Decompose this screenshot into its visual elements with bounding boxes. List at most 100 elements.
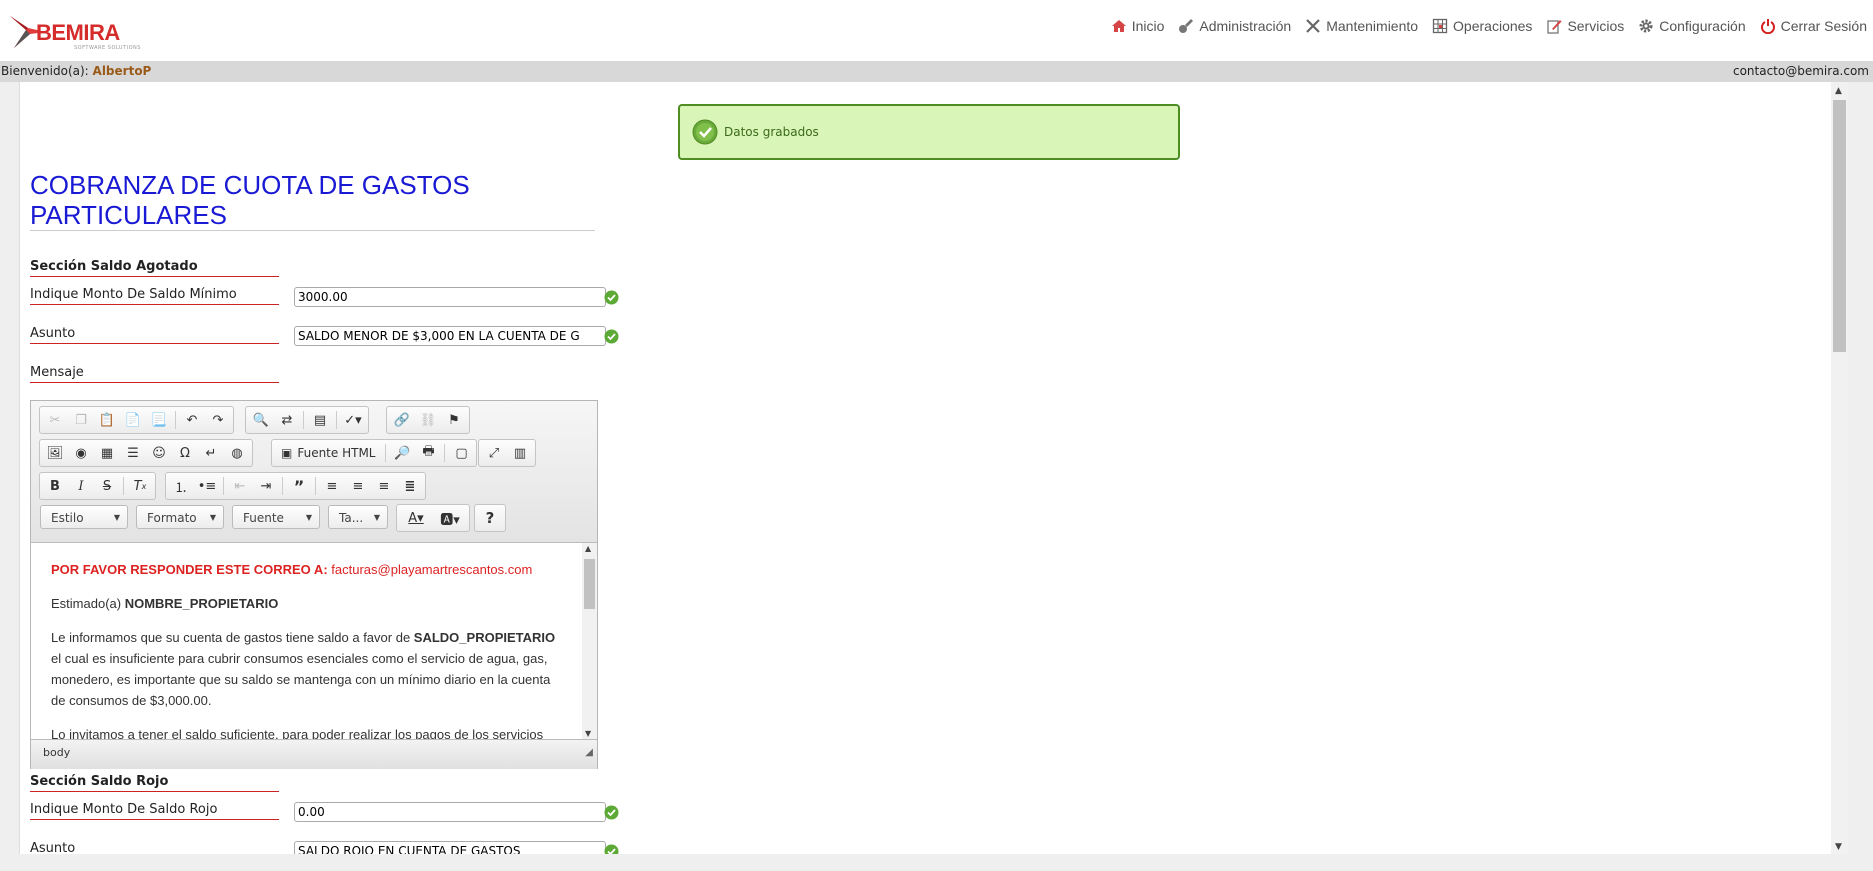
editor-scroll-thumb[interactable] — [584, 559, 595, 609]
maximize-icon[interactable]: ⤢ — [482, 442, 506, 464]
message-label: Mensaje — [30, 365, 279, 383]
scroll-down-icon[interactable]: ▼ — [585, 729, 591, 738]
blockquote-icon[interactable]: ” — [287, 475, 311, 497]
paste-word-icon[interactable]: 📃 — [147, 409, 171, 431]
toolbar-separator — [385, 444, 387, 462]
subject-2-input[interactable] — [294, 841, 606, 854]
text-color-icon[interactable]: A▾ — [400, 507, 432, 529]
editor-content[interactable]: POR FAVOR RESPONDER ESTE CORREO A: factu… — [31, 543, 582, 739]
html-source-button[interactable]: ▣ Fuente HTML — [275, 442, 381, 464]
justify-icon[interactable]: ≣ — [398, 475, 422, 497]
link-icon[interactable]: 🔗 — [390, 409, 414, 431]
replace-icon[interactable]: ⇄ — [275, 409, 299, 431]
templates-icon[interactable]: ▢ — [449, 442, 473, 464]
toolbar-separator — [282, 477, 283, 495]
nav-label: Inicio — [1131, 18, 1165, 34]
editor-toolbar: ✂ ❐ 📋 📄 📃 ↶ ↷ 🔍 ⇄ ▤ ✓▾ 🔗 ⛓ ⚑ 🖼 ◉ ▦ ☰ ☺ Ω… — [31, 401, 597, 543]
editor-scrollbar[interactable]: ▲ ▼ — [582, 543, 597, 739]
select-all-icon[interactable]: ▤ — [308, 409, 332, 431]
strike-icon[interactable]: S — [95, 475, 119, 497]
bold-icon[interactable]: B — [43, 475, 67, 497]
subject-input[interactable] — [294, 326, 606, 346]
notice-text: Datos grabados — [724, 125, 819, 139]
nav-mantenimiento[interactable]: Mantenimiento — [1305, 18, 1418, 34]
background-color-icon[interactable]: 🅰▾ — [434, 507, 466, 529]
special-char-icon[interactable]: Ω — [173, 442, 197, 464]
outdent-icon[interactable]: ⇤ — [228, 475, 252, 497]
respond-prefix: POR FAVOR RESPONDER ESTE CORREO A: — [51, 562, 328, 577]
cut-icon[interactable]: ✂ — [43, 409, 67, 431]
format-combo-label: Formato — [147, 511, 197, 525]
bulleted-list-icon[interactable]: •≡ — [195, 475, 219, 497]
align-right-icon[interactable]: ≡ — [372, 475, 396, 497]
numbered-list-icon[interactable]: ⒈ — [169, 475, 193, 497]
scroll-down-icon[interactable]: ▼ — [1835, 842, 1842, 852]
nav-cerrar-sesion[interactable]: Cerrar Sesión — [1760, 18, 1867, 34]
align-left-icon[interactable]: ≡ — [320, 475, 344, 497]
brand-logo[interactable]: BEMIRA SOFTWARE SOLUTIONS — [8, 12, 140, 52]
size-combo-label: Ta... — [339, 511, 364, 525]
copy-icon[interactable]: ❐ — [69, 409, 93, 431]
success-notice: Datos grabados — [678, 104, 1180, 160]
paste-icon[interactable]: 📋 — [95, 409, 119, 431]
scroll-up-icon[interactable]: ▲ — [585, 544, 591, 553]
anchor-flag-icon[interactable]: ⚑ — [442, 409, 466, 431]
toolbar-separator — [315, 477, 316, 495]
brand-name: BEMIRA — [36, 20, 120, 45]
indent-icon[interactable]: ⇥ — [254, 475, 278, 497]
min-balance-input[interactable] — [294, 287, 606, 307]
element-path[interactable]: body — [43, 746, 70, 759]
font-combo[interactable]: Fuente ▼ — [232, 505, 320, 529]
page-scrollbar[interactable]: ▲ ▼ — [1831, 82, 1848, 854]
content-panel: Datos grabados COBRANZA DE CUOTA DE GAST… — [19, 82, 1832, 854]
format-combo[interactable]: Formato ▼ — [136, 505, 224, 529]
nav-operaciones[interactable]: Operaciones — [1432, 18, 1532, 34]
unlink-icon[interactable]: ⛓ — [416, 409, 440, 431]
preview-icon[interactable]: 🔎 — [390, 442, 414, 464]
top-bar: BEMIRA SOFTWARE SOLUTIONS Inicio Adminis… — [0, 0, 1873, 60]
table-icon[interactable]: ▦ — [95, 442, 119, 464]
spellcheck-icon[interactable]: ✓▾ — [341, 409, 365, 431]
flash-icon[interactable]: ◉ — [69, 442, 93, 464]
section-saldo-agotado-title: Sección Saldo Agotado — [30, 259, 279, 277]
resize-grip-icon[interactable]: ◢ — [585, 740, 593, 766]
nav-configuracion[interactable]: Configuración — [1638, 18, 1746, 34]
scroll-up-icon[interactable]: ▲ — [1835, 86, 1842, 96]
horizontal-line-icon[interactable]: ☰ — [121, 442, 145, 464]
respond-line: POR FAVOR RESPONDER ESTE CORREO A: factu… — [51, 559, 562, 580]
main-nav: Inicio Administración Mantenimiento Oper… — [1111, 18, 1867, 34]
help-icon[interactable]: ? — [478, 507, 502, 529]
style-combo[interactable]: Estilo ▼ — [40, 505, 128, 529]
undo-icon[interactable]: ↶ — [180, 409, 204, 431]
respond-email: facturas@playamartrescantos.com — [331, 562, 533, 577]
nav-servicios[interactable]: Servicios — [1546, 18, 1624, 34]
help-group: ? — [474, 504, 506, 532]
size-combo[interactable]: Ta... ▼ — [328, 505, 388, 529]
page-break-icon[interactable]: ↵ — [199, 442, 223, 464]
valid-check-icon — [604, 290, 619, 305]
view-group: ⤢ ▥ — [478, 439, 536, 467]
image-icon[interactable]: 🖼 — [43, 442, 67, 464]
paste-text-icon[interactable]: 📄 — [121, 409, 145, 431]
contact-email[interactable]: contacto@bemira.com — [1733, 61, 1869, 82]
nav-inicio[interactable]: Inicio — [1111, 18, 1165, 34]
nav-label: Operaciones — [1453, 18, 1533, 34]
page-scroll-thumb[interactable] — [1833, 100, 1846, 352]
italic-icon[interactable]: I — [69, 475, 93, 497]
nav-administracion[interactable]: Administración — [1178, 18, 1291, 34]
main-area: Datos grabados COBRANZA DE CUOTA DE GAST… — [0, 82, 1873, 871]
html-source-label: Fuente HTML — [297, 446, 376, 460]
para1-balance: SALDO_PROPIETARIO — [413, 630, 556, 645]
show-blocks-icon[interactable]: ▥ — [508, 442, 532, 464]
iframe-globe-icon[interactable]: ◍ — [225, 442, 249, 464]
rich-text-editor: ✂ ❐ 📋 📄 📃 ↶ ↷ 🔍 ⇄ ▤ ✓▾ 🔗 ⛓ ⚑ 🖼 ◉ ▦ ☰ ☺ Ω… — [30, 400, 598, 769]
welcome-prefix: Bienvenido(a): — [1, 64, 89, 78]
remove-format-icon[interactable]: Tx — [128, 475, 152, 497]
valid-check-icon — [604, 329, 619, 344]
find-icon[interactable]: 🔍 — [249, 409, 273, 431]
smiley-icon[interactable]: ☺ — [147, 442, 171, 464]
print-icon[interactable]: 🖶 — [416, 442, 440, 464]
align-center-icon[interactable]: ≡ — [346, 475, 370, 497]
red-balance-input[interactable] — [294, 802, 606, 822]
redo-icon[interactable]: ↷ — [206, 409, 230, 431]
